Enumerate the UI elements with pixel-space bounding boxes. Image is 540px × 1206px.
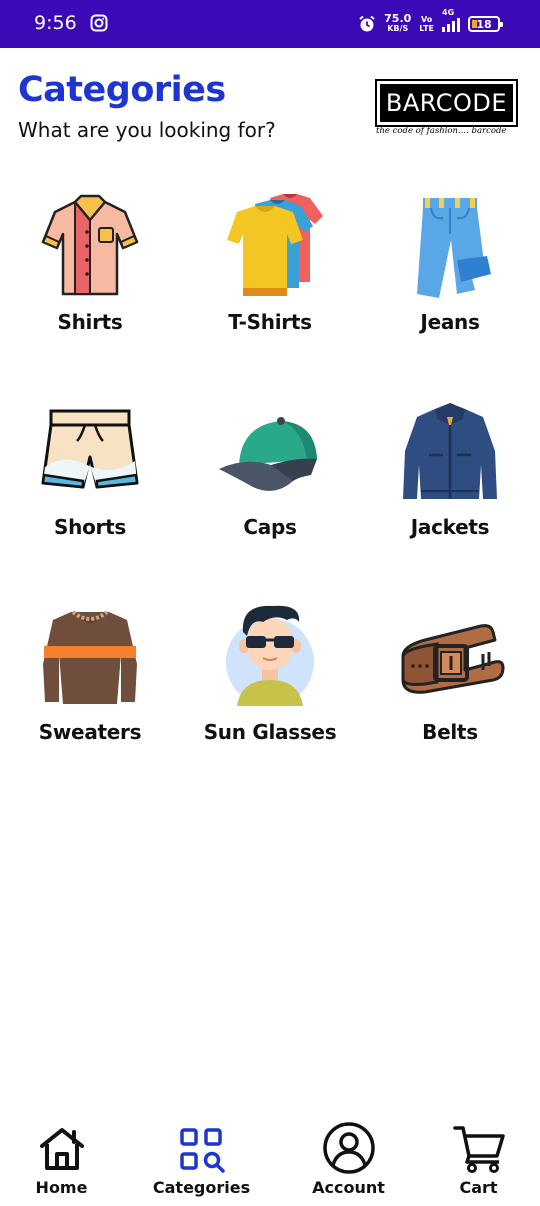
cart-icon (452, 1126, 505, 1173)
category-jeans[interactable]: Jeans (360, 190, 540, 380)
category-label: Shirts (57, 310, 123, 334)
categories-icon (179, 1128, 225, 1173)
category-sunglasses[interactable]: Sun Glasses (180, 600, 360, 790)
nav-label: Account (312, 1178, 385, 1197)
sweater-icon (43, 610, 137, 704)
page-subtitle: What are you looking for? (18, 118, 276, 142)
category-label: Shorts (54, 515, 126, 539)
status-time: 9:56 (34, 12, 77, 34)
category-caps[interactable]: Caps (180, 395, 360, 585)
category-shirts[interactable]: Shirts (0, 190, 180, 380)
nav-label: Cart (459, 1178, 498, 1197)
cap-icon (219, 417, 317, 491)
nav-label: Home (35, 1178, 88, 1197)
tshirts-icon (227, 194, 323, 296)
category-jackets[interactable]: Jackets (360, 395, 540, 585)
bottom-navigation: Home Categories Account Cart (0, 1118, 540, 1206)
nav-account[interactable]: Account (281, 1118, 416, 1206)
category-label: Jeans (420, 310, 480, 334)
sunglasses-icon (226, 605, 314, 706)
jacket-icon (403, 403, 497, 499)
nav-cart[interactable]: Cart (411, 1118, 540, 1206)
volte-indicator: Vo LTE (419, 15, 434, 33)
brand-name: BARCODE (380, 84, 513, 122)
nav-categories[interactable]: Categories (134, 1118, 269, 1206)
signal-icon: 4G (442, 8, 460, 32)
nav-label: Categories (152, 1178, 251, 1197)
shirt-icon (41, 194, 139, 296)
home-icon (39, 1128, 84, 1170)
category-belts[interactable]: Belts (360, 600, 540, 790)
nav-home[interactable]: Home (0, 1118, 129, 1206)
network-speed: 75.0 KB/S (384, 12, 412, 33)
alarm-icon (359, 15, 375, 32)
category-label: Sun Glasses (203, 720, 337, 744)
brand-tagline: the code of fashion.... barcode (376, 126, 507, 136)
battery-icon: 18 (468, 16, 503, 32)
category-label: Belts (422, 720, 478, 744)
category-label: Sweaters (38, 720, 142, 744)
category-label: Caps (243, 515, 297, 539)
category-shorts[interactable]: Shorts (0, 395, 180, 585)
category-tshirts[interactable]: T-Shirts (180, 190, 360, 380)
category-label: Jackets (410, 515, 490, 539)
status-bar: 9:56 75.0 KB/S Vo LTE 4G 18 (0, 0, 540, 48)
page-title: Categories (18, 70, 226, 110)
brand-logo: BARCODE the code of fashion.... barcode (375, 79, 519, 139)
account-icon (322, 1122, 375, 1174)
shorts-icon (41, 409, 139, 489)
jeans-icon (417, 198, 491, 298)
instagram-icon (90, 14, 108, 32)
belt-icon (401, 624, 505, 694)
category-sweaters[interactable]: Sweaters (0, 600, 180, 790)
category-label: T-Shirts (228, 310, 312, 334)
